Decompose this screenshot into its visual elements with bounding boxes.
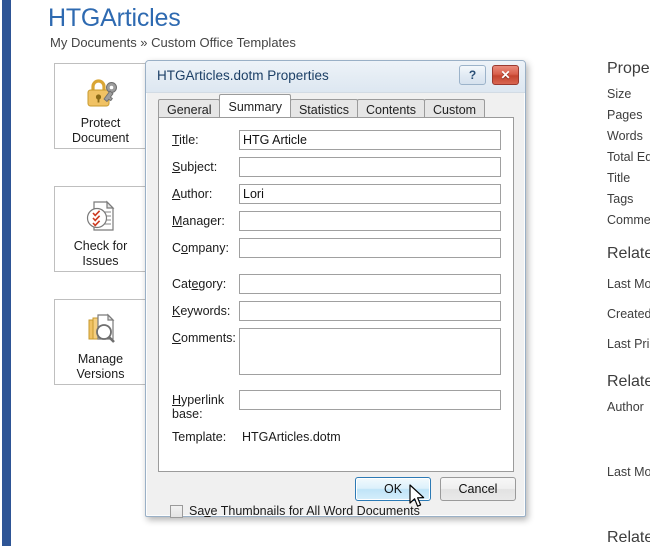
cancel-button[interactable]: Cancel bbox=[440, 477, 516, 501]
backstage-accent-stripe bbox=[2, 0, 11, 546]
template-value: HTGArticles.dotm bbox=[242, 430, 341, 444]
title-label: Title: bbox=[172, 133, 199, 147]
title-label-text: itle: bbox=[179, 133, 199, 147]
people-author: Author bbox=[607, 400, 644, 414]
comments-accelerator: C bbox=[172, 331, 182, 345]
subject-input[interactable] bbox=[239, 157, 501, 177]
subject-label-text: ubject: bbox=[180, 160, 218, 174]
check-for-issues-label: Check for Issues bbox=[73, 239, 128, 268]
properties-side-panel: Prope Size Pages Words Total Ed Title Ta… bbox=[607, 60, 650, 546]
hyperlink-base-label: Hyperlink base: bbox=[172, 393, 224, 421]
hyperlink-base-input[interactable] bbox=[239, 390, 501, 410]
lock-key-icon bbox=[80, 73, 122, 113]
company-accelerator: o bbox=[181, 241, 188, 255]
category-label-prefix: Cat bbox=[172, 277, 192, 291]
document-search-icon bbox=[80, 309, 122, 349]
save-thumbnails-checkbox[interactable]: Save Thumbnails for All Word Documents bbox=[170, 504, 420, 518]
protect-document-label: Protect Document bbox=[72, 116, 129, 145]
keywords-label: Keywords: bbox=[172, 304, 230, 318]
close-icon[interactable]: ✕ bbox=[492, 65, 519, 85]
manager-label-text: anager: bbox=[182, 214, 225, 228]
property-tags: Tags bbox=[607, 192, 634, 206]
page-title: HTGArticles bbox=[48, 4, 181, 32]
date-last-modified: Last Mo bbox=[607, 277, 650, 291]
application-window: HTGArticles My Documents » Custom Office… bbox=[0, 0, 650, 546]
tab-statistics[interactable]: Statistics bbox=[289, 99, 358, 117]
related-documents-heading: Relate bbox=[607, 529, 650, 546]
date-last-printed: Last Pri bbox=[607, 337, 650, 351]
company-label: Company: bbox=[172, 241, 229, 255]
check-for-issues-button[interactable]: Check for Issues bbox=[54, 186, 147, 272]
panel-spacer-1 bbox=[607, 231, 650, 245]
category-label-text: gory: bbox=[198, 277, 227, 291]
author-label-text: uthor: bbox=[180, 187, 213, 201]
field-row-company: Company: bbox=[159, 238, 513, 260]
save-thumbnails-label: Save Thumbnails for All Word Documents bbox=[189, 504, 420, 518]
people-last-modified-by: Last Mo bbox=[607, 465, 650, 479]
protect-document-button[interactable]: Protect Document bbox=[54, 63, 147, 149]
author-label: Author: bbox=[172, 187, 212, 201]
property-words: Words bbox=[607, 129, 643, 143]
panel-spacer-2 bbox=[607, 359, 650, 373]
field-row-title: Title: bbox=[159, 130, 513, 152]
field-row-hyperlink-base: Hyperlink base: bbox=[159, 390, 513, 422]
panel-spacer-3 bbox=[607, 418, 650, 462]
field-row-keywords: Keywords: bbox=[159, 301, 513, 323]
manage-versions-label: Manage Versions bbox=[76, 352, 125, 381]
tab-custom[interactable]: Custom bbox=[424, 99, 486, 117]
comments-label-text: omments: bbox=[181, 331, 236, 345]
tab-contents[interactable]: Contents bbox=[356, 99, 426, 117]
help-button[interactable]: ? bbox=[459, 65, 486, 85]
category-input[interactable] bbox=[239, 274, 501, 294]
date-created: Created bbox=[607, 307, 650, 321]
hyperlink-base-accelerator: H bbox=[172, 393, 182, 407]
property-total-editing-time: Total Ed bbox=[607, 150, 650, 164]
save-thumbnails-label-prefix: Sa bbox=[189, 504, 205, 518]
manager-input[interactable] bbox=[239, 211, 501, 231]
dialog-tabstrip: General Summary Statistics Contents Cust… bbox=[158, 94, 486, 117]
keywords-input[interactable] bbox=[239, 301, 501, 321]
related-dates-heading: Relate bbox=[607, 245, 650, 262]
manage-versions-button[interactable]: Manage Versions bbox=[54, 299, 147, 385]
comments-input[interactable] bbox=[239, 328, 501, 375]
properties-dialog: HTGArticles.dotm Properties ? ✕ General … bbox=[145, 60, 526, 518]
property-pages: Pages bbox=[607, 108, 643, 122]
property-size: Size bbox=[607, 87, 632, 101]
ok-button[interactable]: OK bbox=[355, 477, 431, 501]
properties-heading: Prope bbox=[607, 60, 650, 77]
document-check-icon bbox=[80, 196, 122, 236]
field-row-author: Author: bbox=[159, 184, 513, 206]
field-row-category: Category: bbox=[159, 274, 513, 296]
related-people-heading: Relate bbox=[607, 373, 650, 390]
panel-spacer-4 bbox=[607, 483, 650, 529]
tab-summary[interactable]: Summary bbox=[219, 94, 291, 117]
property-comments: Comme bbox=[607, 213, 650, 227]
dialog-title: HTGArticles.dotm Properties bbox=[157, 68, 329, 83]
company-label-prefix: C bbox=[172, 241, 182, 255]
subject-label: Subject: bbox=[172, 160, 217, 174]
title-input[interactable] bbox=[239, 130, 501, 150]
summary-tab-panel: Title: Subject: Author: Manager: Company… bbox=[158, 117, 514, 472]
field-row-template: Template: HTGArticles.dotm bbox=[159, 427, 513, 449]
company-input[interactable] bbox=[239, 238, 501, 258]
dialog-titlebar[interactable]: HTGArticles.dotm Properties ? ✕ bbox=[146, 61, 525, 93]
checkbox-box-icon[interactable] bbox=[170, 504, 183, 518]
keywords-label-text: eywords: bbox=[180, 304, 231, 318]
category-label: Category: bbox=[172, 277, 226, 291]
tab-general[interactable]: General bbox=[158, 99, 221, 117]
manager-label: Manager: bbox=[172, 214, 225, 228]
author-input[interactable] bbox=[239, 184, 501, 204]
template-label: Template: bbox=[172, 430, 227, 444]
property-title: Title bbox=[607, 171, 631, 185]
manager-accelerator: M bbox=[172, 214, 183, 228]
field-row-subject: Subject: bbox=[159, 157, 513, 179]
field-row-comments: Comments: bbox=[159, 328, 513, 375]
save-thumbnails-label-text: e Thumbnails for All Word Documents bbox=[210, 504, 420, 518]
breadcrumb: My Documents » Custom Office Templates bbox=[50, 35, 296, 50]
company-label-text: mpany: bbox=[187, 241, 229, 255]
comments-label: Comments: bbox=[172, 331, 236, 345]
field-row-manager: Manager: bbox=[159, 211, 513, 233]
